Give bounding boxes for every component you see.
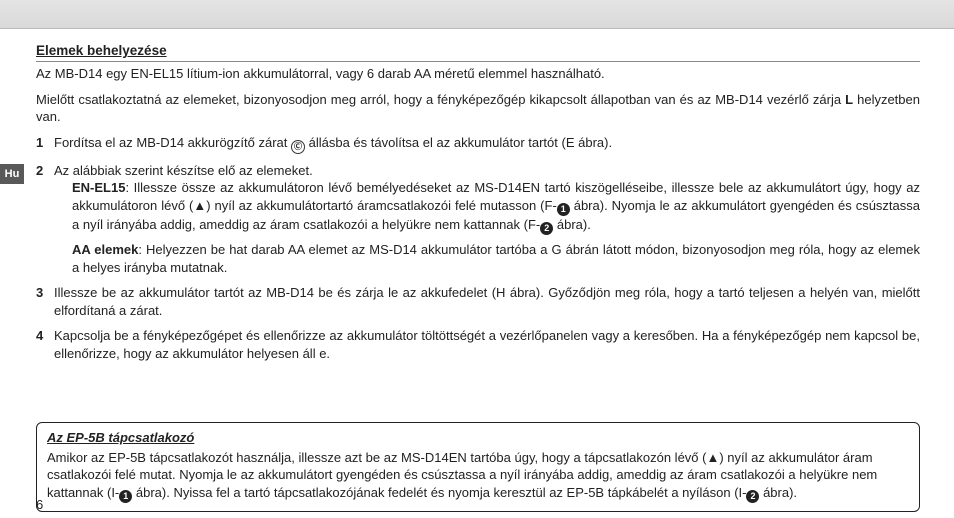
enel-d: ábra).: [553, 217, 591, 232]
en-el15-sub: EN-EL15: Illessze össze az akkumulátoron…: [54, 179, 920, 235]
circled-2-icon: 2: [746, 490, 759, 503]
aa-label: AA elemek: [72, 242, 138, 257]
intro-paragraph: Az MB-D14 egy EN-EL15 lítium-ion akkumul…: [36, 65, 920, 83]
callout-d: ábra).: [759, 485, 797, 500]
enel-b: ) nyíl az akkumulátortartó áramcsatlakoz…: [206, 198, 557, 213]
callout-a: Amikor az EP-5B tápcsatlakozót használja…: [47, 450, 706, 465]
precheck-text-a: Mielőtt csatlakoztatná az elemeket, bizo…: [36, 92, 845, 107]
page-number: 6: [36, 496, 43, 514]
step-1: Fordítsa el az MB-D14 akkurögzítő zárat …: [36, 134, 920, 154]
triangle-up-icon: ▲: [193, 197, 206, 215]
callout-title: Az EP-5B tápcsatlakozó: [47, 429, 909, 447]
step1-text-b: állásba és távolítsa el az akkumulátor t…: [305, 135, 612, 150]
callout-c: ábra). Nyissa fel a tartó tápcsatlakozój…: [132, 485, 746, 500]
circled-2-icon: 2: [540, 222, 553, 235]
lock-position-l: L: [845, 92, 853, 107]
callout-body: Amikor az EP-5B tápcsatlakozót használja…: [47, 449, 909, 503]
language-tab: Hu: [0, 164, 24, 184]
document-page: Elemek behelyezése Az MB-D14 egy EN-EL15…: [36, 42, 920, 512]
step1-text-a: Fordítsa el az MB-D14 akkurögzítő zárat: [54, 135, 291, 150]
precheck-paragraph: Mielőtt csatlakoztatná az elemeket, bizo…: [36, 91, 920, 126]
step2-text: Az alábbiak szerint készítse elő az elem…: [54, 163, 313, 178]
circled-1-icon: 1: [119, 490, 132, 503]
aa-text: : Helyezzen be hat darab AA elemet az MS…: [72, 242, 920, 275]
step-2: Az alábbiak szerint készítse elő az elem…: [36, 162, 920, 276]
ep-5b-callout: Az EP-5B tápcsatlakozó Amikor az EP-5B t…: [36, 422, 920, 512]
steps-list: Fordítsa el az MB-D14 akkurögzítő zárat …: [36, 134, 920, 362]
en-el15-label: EN-EL15: [72, 180, 125, 195]
circled-1-icon: 1: [557, 203, 570, 216]
aa-sub: AA elemek: Helyezzen be hat darab AA ele…: [54, 241, 920, 276]
step-3: Illessze be az akkumulátor tartót az MB-…: [36, 284, 920, 319]
unlock-icon: Ⓒ: [291, 140, 305, 154]
step-4: Kapcsolja be a fényképezőgépet és ellenő…: [36, 327, 920, 362]
section-title: Elemek behelyezése: [36, 42, 920, 62]
window-top-bar: [0, 0, 954, 29]
triangle-up-icon: ▲: [706, 449, 719, 467]
